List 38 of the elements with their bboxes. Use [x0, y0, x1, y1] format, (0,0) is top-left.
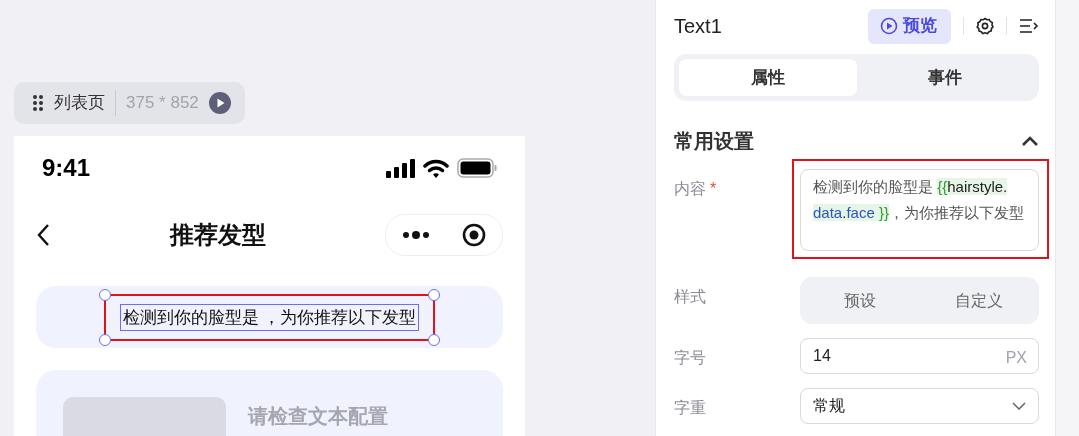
- drag-handle-icon[interactable]: [32, 94, 44, 112]
- page-title: 推荐发型: [168, 220, 267, 250]
- more-icon[interactable]: [402, 230, 429, 240]
- chevron-icon[interactable]: [1021, 135, 1039, 147]
- page-size: 375 * 852: [115, 90, 199, 116]
- segment-option[interactable]: 预设: [805, 282, 915, 319]
- placeholder-text: 请检查文本配置: [248, 404, 388, 429]
- selected-text[interactable]: 检测到你的脸型是 ，为你推荐以下发型: [119, 303, 420, 331]
- content-field[interactable]: 检测到你的脸型是 {{hairstyle. data.face }}，为你推荐以下发型: [800, 169, 1039, 251]
- preview-button[interactable]: 预览: [868, 8, 951, 44]
- segment-option[interactable]: 自定义: [924, 282, 1034, 319]
- page-name: 列表页: [54, 92, 105, 115]
- collapse-panel-icon[interactable]: [1019, 18, 1039, 34]
- play-icon[interactable]: [208, 92, 231, 114]
- field-label: 字重: [674, 399, 706, 416]
- field-label: 样式: [674, 288, 706, 305]
- required-mark: *: [710, 180, 717, 197]
- resize-handle[interactable]: [428, 288, 441, 301]
- section-title: 常用设置: [674, 129, 754, 154]
- back-icon[interactable]: [36, 223, 50, 247]
- unit-label: PX: [1005, 348, 1027, 368]
- weight-select[interactable]: 常规: [800, 388, 1039, 424]
- play-circle-icon: [880, 17, 898, 35]
- dropdown-caret-icon: [1012, 402, 1026, 410]
- wifi-icon: [423, 158, 449, 178]
- signal-icon: [386, 158, 415, 178]
- tab[interactable]: 属性: [679, 59, 857, 96]
- resize-handle[interactable]: [98, 333, 111, 346]
- record-icon[interactable]: [461, 223, 486, 247]
- battery-icon: [457, 158, 497, 178]
- settings-icon[interactable]: [976, 17, 994, 35]
- status-time: 9:41: [42, 153, 91, 183]
- resize-handle[interactable]: [98, 288, 111, 301]
- component-title: Text1: [674, 14, 723, 39]
- field-label: 内容: [674, 180, 706, 197]
- resize-handle[interactable]: [428, 333, 441, 346]
- field-label: 字号: [674, 349, 706, 366]
- tab[interactable]: 事件: [856, 59, 1034, 96]
